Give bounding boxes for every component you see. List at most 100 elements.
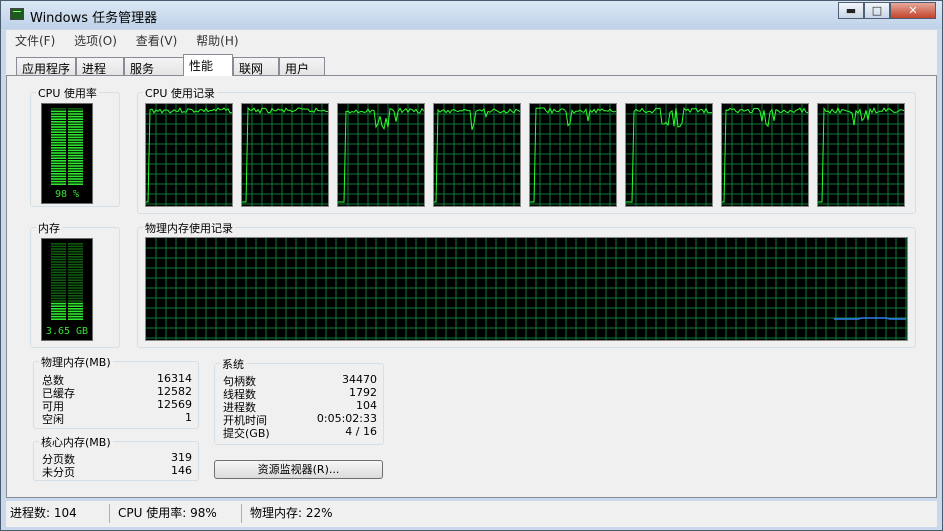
cpu-meter-segment (51, 141, 66, 144)
menu-bar: 文件(F) 选项(O) 查看(V) 帮助(H) (6, 30, 937, 50)
memory-meter-segment (68, 310, 83, 313)
stat-value: 16314 (157, 372, 192, 385)
cpu-meter-segment (68, 165, 83, 167)
tab-users[interactable]: 用户 (279, 57, 325, 76)
menu-help[interactable]: 帮助(H) (187, 30, 244, 49)
cpu-meter-segment (68, 108, 83, 110)
memory-meter-segment (51, 313, 66, 315)
cpu-meter-segment (51, 175, 66, 178)
cpu-meter-segment (51, 152, 66, 154)
cpu-core-graph (337, 103, 425, 207)
memory-meter-segment (68, 302, 83, 305)
memory-group: 内存 3.65 GB (30, 220, 120, 348)
cpu-meter-segment (51, 113, 66, 115)
cpu-meter-segment (68, 160, 83, 162)
memory-meter-segment (51, 295, 66, 297)
cpu-history-line (146, 107, 232, 203)
memory-meter-segment (68, 284, 83, 287)
memory-meter-segment (68, 256, 83, 258)
cpu-meter-segment (51, 154, 66, 157)
memory-meter-segment (51, 261, 66, 263)
stat-row: 未分页 146 (42, 464, 192, 479)
title-bar[interactable]: Windows 任务管理器 ▬ □ ✕ (1, 1, 942, 29)
stat-value: 319 (171, 451, 192, 464)
memory-meter-segment (51, 302, 66, 305)
cpu-meter-segment (51, 136, 66, 139)
tab-services[interactable]: 服务 (124, 57, 184, 76)
cpu-meter-segment (68, 113, 83, 115)
cpu-meter-segment (51, 144, 66, 146)
memory-meter-segment (68, 248, 83, 250)
memory-meter-segment (51, 266, 66, 268)
cpu-meter-segment (51, 121, 66, 123)
memory-meter-segment (51, 258, 66, 261)
memory-meter-segment (68, 250, 83, 253)
cpu-meter-segment (68, 178, 83, 180)
memory-meter-segment (51, 289, 66, 292)
maximize-button[interactable]: □ (864, 2, 890, 19)
resource-monitor-button[interactable]: 资源监视器(R)... (214, 460, 383, 479)
cpu-meter-segment (51, 183, 66, 185)
memory-meter-segment (68, 261, 83, 263)
memory-meter-segment (51, 245, 66, 248)
cpu-history-line (338, 107, 424, 203)
cpu-meter-segment (68, 128, 83, 131)
stat-value: 146 (171, 464, 192, 477)
cpu-meter-segment (51, 162, 66, 165)
cpu-core-chart (818, 104, 904, 206)
tab-networking[interactable]: 联网 (233, 57, 279, 76)
tab-performance[interactable]: 性能 (183, 54, 233, 76)
minimize-button[interactable]: ▬ (838, 2, 864, 19)
menu-view[interactable]: 查看(V) (127, 30, 184, 49)
cpu-meter-segment (51, 128, 66, 131)
window-title: Windows 任务管理器 (30, 11, 158, 26)
memory-history-chart (146, 238, 907, 340)
system-label: 系统 (220, 356, 246, 372)
cpu-history-line (626, 107, 712, 203)
status-bar: 进程数: 104 CPU 使用率: 98% 物理内存: 22% (6, 501, 937, 527)
cpu-meter-segment (51, 110, 66, 113)
memory-meter-segment (51, 271, 66, 274)
tab-strip: 应用程序 进程 服务 性能 联网 用户 (6, 50, 937, 76)
cpu-meter-segment (68, 144, 83, 146)
cpu-meter-segment (51, 126, 66, 128)
memory-meter-segment (51, 284, 66, 287)
kernel-memory-group: 核心内存(MB) 分页数 319 未分页 146 (33, 434, 199, 481)
cpu-core-graph (721, 103, 809, 207)
cpu-core-graph (433, 103, 521, 207)
memory-meter-segment (51, 308, 66, 310)
memory-meter-segment (68, 308, 83, 310)
menu-file[interactable]: 文件(F) (6, 30, 61, 49)
cpu-meter-segment (51, 118, 66, 120)
tab-applications[interactable]: 应用程序 (16, 57, 76, 76)
memory-history-label: 物理内存使用记录 (143, 220, 235, 236)
cpu-history-line (242, 106, 328, 203)
memory-meter-segment (68, 313, 83, 315)
stat-label: 未分页 (42, 466, 75, 479)
system-group: 系统 句柄数 34470 线程数 1792 进程数 104 开机时间 0:05:02:3… (214, 356, 384, 445)
cpu-history-line (818, 106, 904, 203)
cpu-core-chart (530, 104, 616, 206)
stat-value: 12569 (157, 398, 192, 411)
cpu-meter-segment (68, 183, 83, 185)
tab-processes[interactable]: 进程 (76, 57, 124, 76)
cpu-core-graph (145, 103, 233, 207)
caption-buttons: ▬ □ ✕ (838, 2, 936, 20)
close-button[interactable]: ✕ (890, 2, 936, 19)
memory-meter-segment (51, 287, 66, 289)
memory-meter-segment (51, 276, 66, 279)
memory-meter-segment (68, 271, 83, 274)
menu-options[interactable]: 选项(O) (65, 30, 123, 49)
memory-history-graph (145, 237, 908, 341)
cpu-meter-segment (68, 149, 83, 152)
cpu-meter-segment (68, 162, 83, 165)
cpu-meter-segment (51, 139, 66, 141)
memory-meter-segment (68, 282, 83, 284)
memory-bars (51, 243, 83, 320)
cpu-usage-group: CPU 使用率 98 % (30, 85, 120, 207)
cpu-meter-segment (51, 134, 66, 136)
stat-label: 提交(GB) (223, 427, 270, 440)
memory-meter: 3.65 GB (41, 238, 93, 341)
memory-meter-segment (51, 243, 66, 245)
memory-meter-segment (51, 282, 66, 284)
